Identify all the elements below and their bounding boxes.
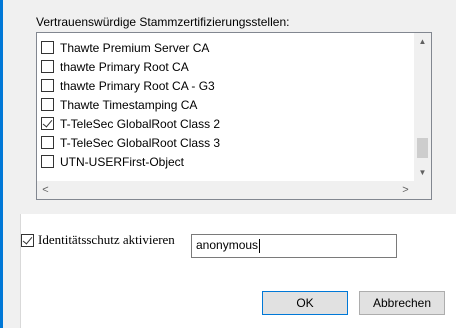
- certificate-list[interactable]: Thawte Premium Server CA thawte Primary R…: [36, 32, 432, 200]
- scroll-left-icon[interactable]: <: [37, 181, 54, 199]
- certificate-item[interactable]: Thawte Premium Server CA: [37, 38, 209, 57]
- certificate-label: thawte Primary Root CA - G3: [60, 78, 215, 93]
- certificate-checkbox[interactable]: [41, 117, 54, 130]
- certificate-label: Thawte Timestamping CA: [60, 97, 198, 112]
- ok-button[interactable]: OK: [262, 291, 348, 315]
- certificate-checkbox[interactable]: [41, 79, 54, 92]
- certificate-item[interactable]: UTN-USERFirst-Object: [37, 152, 184, 171]
- identity-protection-checkbox[interactable]: [21, 233, 34, 247]
- scroll-down-icon[interactable]: ▼: [414, 164, 431, 181]
- certificate-checkbox[interactable]: [41, 136, 54, 149]
- certificate-checkbox[interactable]: [41, 41, 54, 54]
- scroll-right-icon[interactable]: >: [397, 181, 414, 199]
- certificate-checkbox[interactable]: [41, 60, 54, 73]
- certificate-label: thawte Primary Root CA: [60, 59, 189, 74]
- certificate-label: T-TeleSec GlobalRoot Class 2: [60, 116, 221, 131]
- vertical-scrollbar[interactable]: ▲ ▼: [414, 33, 431, 181]
- horizontal-scrollbar[interactable]: < >: [37, 181, 431, 199]
- scrollbar-corner: [414, 181, 431, 199]
- certificate-label: Thawte Premium Server CA: [60, 40, 210, 55]
- certificate-item[interactable]: T-TeleSec GlobalRoot Class 2: [37, 114, 220, 133]
- certificate-panel: Vertrauenswürdige Stammzertifizierungsst…: [20, 0, 444, 205]
- identity-field[interactable]: anonymous: [191, 234, 397, 258]
- certificate-item[interactable]: thawte Primary Root CA: [37, 57, 189, 76]
- scroll-up-icon[interactable]: ▲: [414, 33, 431, 50]
- identity-protection-label: Identitätsschutz aktivieren: [38, 232, 175, 247]
- identity-panel: Identitätsschutz aktivieren anonymous OK…: [20, 214, 456, 328]
- cancel-button[interactable]: Abbrechen: [359, 291, 445, 315]
- certificate-label: UTN-USERFirst-Object: [60, 154, 185, 169]
- certificate-checkbox[interactable]: [41, 98, 54, 111]
- certificate-item[interactable]: Thawte Timestamping CA: [37, 95, 197, 114]
- window-edge: [0, 0, 3, 328]
- vertical-scroll-thumb[interactable]: [417, 138, 428, 158]
- certificate-item[interactable]: T-TeleSec GlobalRoot Class 3: [37, 133, 220, 152]
- certificate-checkbox[interactable]: [41, 155, 54, 168]
- identity-protection-row[interactable]: Identitätsschutz aktivieren: [21, 232, 175, 248]
- text-cursor: [259, 238, 261, 253]
- certificate-label: T-TeleSec GlobalRoot Class 3: [60, 135, 221, 150]
- certificate-item[interactable]: thawte Primary Root CA - G3: [37, 76, 215, 95]
- certificate-list-label: Vertrauenswürdige Stammzertifizierungsst…: [36, 15, 290, 29]
